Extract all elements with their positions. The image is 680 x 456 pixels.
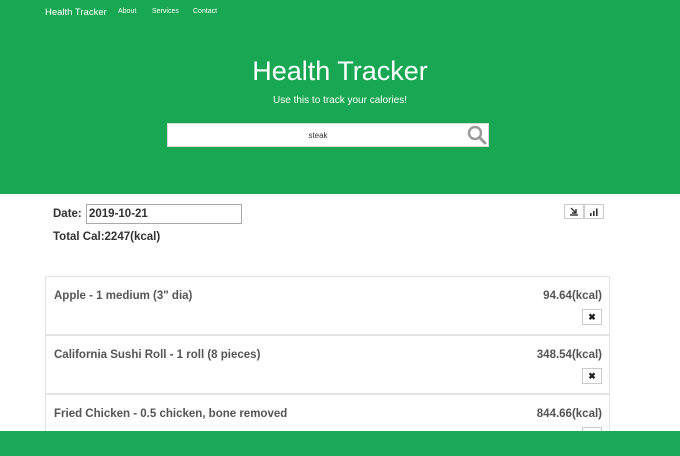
food-calories: 94.64(kcal): [543, 290, 602, 302]
navbar: Health Tracker About Services Contact: [0, 0, 680, 24]
delete-button[interactable]: ✖: [582, 309, 602, 325]
chart-button[interactable]: [584, 204, 604, 219]
date-label: Date:: [53, 208, 82, 220]
food-calories: 844.66(kcal): [536, 408, 602, 420]
food-name: Fried Chicken - 0.5 chicken, bone remove…: [54, 408, 288, 420]
bar-chart-icon: [590, 208, 598, 216]
food-name: California Sushi Roll - 1 roll (8 pieces…: [54, 349, 261, 361]
food-item: California Sushi Roll - 1 roll (8 pieces…: [45, 335, 610, 394]
nav-link-contact[interactable]: Contact: [193, 8, 217, 15]
food-calories: 348.54(kcal): [536, 349, 602, 361]
brand-link[interactable]: Health Tracker: [45, 7, 107, 18]
date-input[interactable]: [86, 204, 242, 224]
search-button[interactable]: [466, 124, 488, 146]
page-title: Health Tracker: [252, 56, 428, 86]
search-input[interactable]: [168, 124, 468, 146]
footer-bar: [0, 431, 680, 456]
delete-button[interactable]: ✖: [582, 368, 602, 384]
nav-link-services[interactable]: Services: [152, 8, 179, 15]
search-bar: [167, 123, 489, 147]
page-subtitle: Use this to track your calories!: [273, 95, 407, 106]
hero-banner: Health Tracker About Services Contact He…: [0, 0, 680, 194]
download-button[interactable]: [564, 204, 584, 219]
download-icon: [570, 207, 578, 216]
nav-link-about[interactable]: About: [118, 8, 136, 15]
total-calories: Total Cal:2247(kcal): [53, 231, 161, 243]
search-icon: [467, 125, 487, 145]
food-name: Apple - 1 medium (3" dia): [54, 290, 193, 302]
food-item: Apple - 1 medium (3" dia) 94.64(kcal) ✖: [45, 276, 610, 335]
